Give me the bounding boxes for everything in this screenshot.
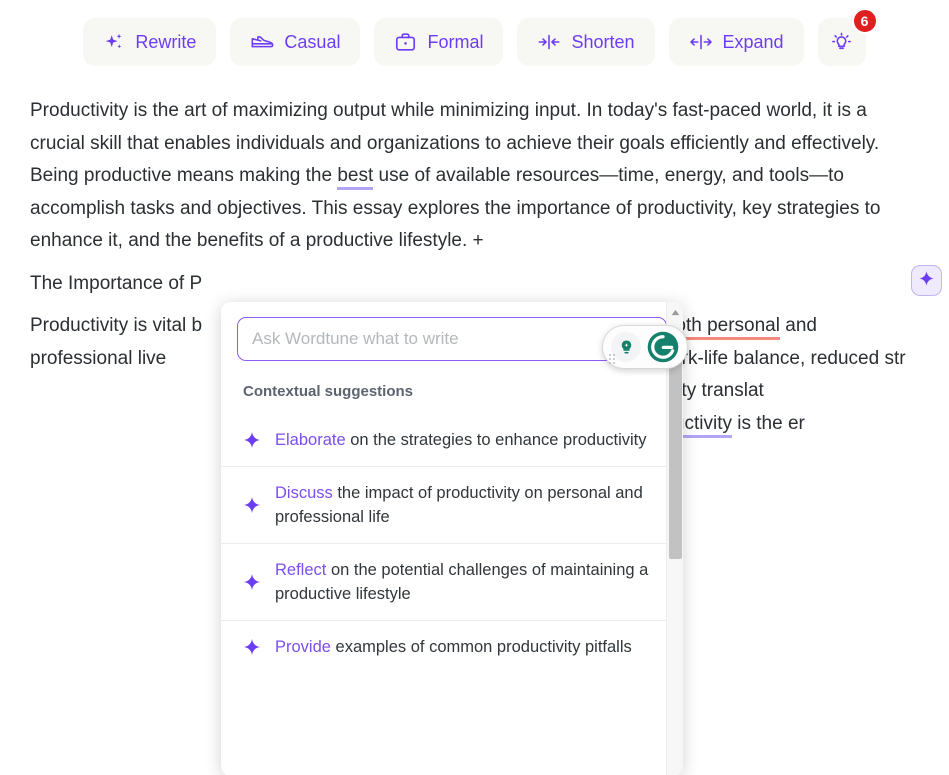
para2-line5-post: is the er: [732, 412, 805, 434]
sparkles-icon: [103, 31, 125, 53]
grammarly-floating-widget[interactable]: [602, 325, 688, 369]
briefcase-icon: [394, 31, 417, 53]
sparkle-icon: [243, 496, 261, 514]
shorten-arrows-icon: [537, 32, 561, 52]
suggestion-verb: Elaborate: [275, 431, 346, 449]
contextual-suggestions-title: Contextual suggestions: [243, 383, 414, 400]
suggestion-item[interactable]: Elaborate on the strategies to enhance p…: [221, 414, 683, 466]
suggestion-text: Reflect on the potential challenges of m…: [275, 558, 653, 606]
suggestions-list: Elaborate on the strategies to enhance p…: [221, 414, 683, 673]
scrollbar-thumb[interactable]: [669, 354, 682, 559]
wordtune-spark-button[interactable]: [911, 265, 942, 296]
sparkle-icon: [243, 573, 261, 591]
suggestion-item[interactable]: Discuss the impact of productivity on pe…: [221, 466, 683, 543]
suggestion-item[interactable]: Provide examples of common productivity …: [221, 620, 683, 673]
suggestion-rest: on the potential challenges of maintaini…: [275, 561, 649, 603]
suggestion-verb: Discuss: [275, 484, 333, 502]
shorten-button[interactable]: Shorten: [517, 18, 655, 66]
rewrite-button[interactable]: Rewrite: [83, 18, 217, 66]
grammarly-logo-icon[interactable]: [643, 327, 683, 367]
rewrite-button-label: Rewrite: [135, 32, 197, 52]
suggestion-highlight-best[interactable]: best: [337, 165, 374, 190]
drag-handle-icon[interactable]: [609, 354, 617, 364]
panel-content: Contextual suggestions Elaborate on the …: [221, 302, 683, 775]
section-heading-text: The Importance of P: [30, 272, 203, 294]
formal-button-label: Formal: [427, 32, 484, 52]
section-heading: The Importance of P: [30, 268, 920, 301]
suggestion-text: Discuss the impact of productivity on pe…: [275, 481, 653, 529]
suggestion-item[interactable]: Reflect on the potential challenges of m…: [221, 543, 683, 620]
expand-arrows-icon: [689, 32, 713, 52]
expand-button[interactable]: Expand: [668, 18, 804, 66]
suggestion-rest: on the strategies to enhance productivit…: [345, 431, 647, 449]
suggestion-rest: examples of common productivity pitfalls: [330, 638, 632, 656]
sparkle-icon: [243, 638, 261, 656]
suggestion-verb: Provide: [275, 638, 331, 656]
casual-button-label: Casual: [284, 32, 341, 52]
sparkle-icon: [243, 431, 261, 449]
paragraph-intro: Productivity is the art of maximizing ou…: [30, 95, 920, 258]
suggestion-verb: Reflect: [275, 561, 327, 579]
scroll-up-arrow-icon[interactable]: [667, 304, 683, 320]
ideas-badge-count: 6: [851, 8, 878, 34]
expand-button-label: Expand: [722, 32, 784, 52]
lightbulb-icon: [830, 31, 853, 54]
suggestion-text: Provide examples of common productivity …: [275, 635, 632, 659]
ideas-button[interactable]: 6: [817, 8, 878, 66]
wordtune-suggestions-panel: Contextual suggestions Elaborate on the …: [221, 302, 683, 775]
para2-line1-left: Productivity is vital b: [30, 315, 203, 336]
suggestion-text: Elaborate on the strategies to enhance p…: [275, 428, 647, 452]
rewrite-toolbar: Rewrite Casual Formal Shorten Expand 6: [0, 8, 949, 66]
app-root: Rewrite Casual Formal Shorten Expand 6 P…: [0, 0, 949, 775]
sneaker-icon: [250, 31, 274, 53]
casual-button[interactable]: Casual: [230, 18, 361, 66]
formal-button[interactable]: Formal: [374, 18, 504, 66]
para2-line3-left: balance, reduced str: [733, 347, 906, 369]
panel-scrollbar[interactable]: [666, 302, 683, 775]
shorten-button-label: Shorten: [571, 32, 635, 52]
sparkle-icon: [918, 270, 935, 292]
